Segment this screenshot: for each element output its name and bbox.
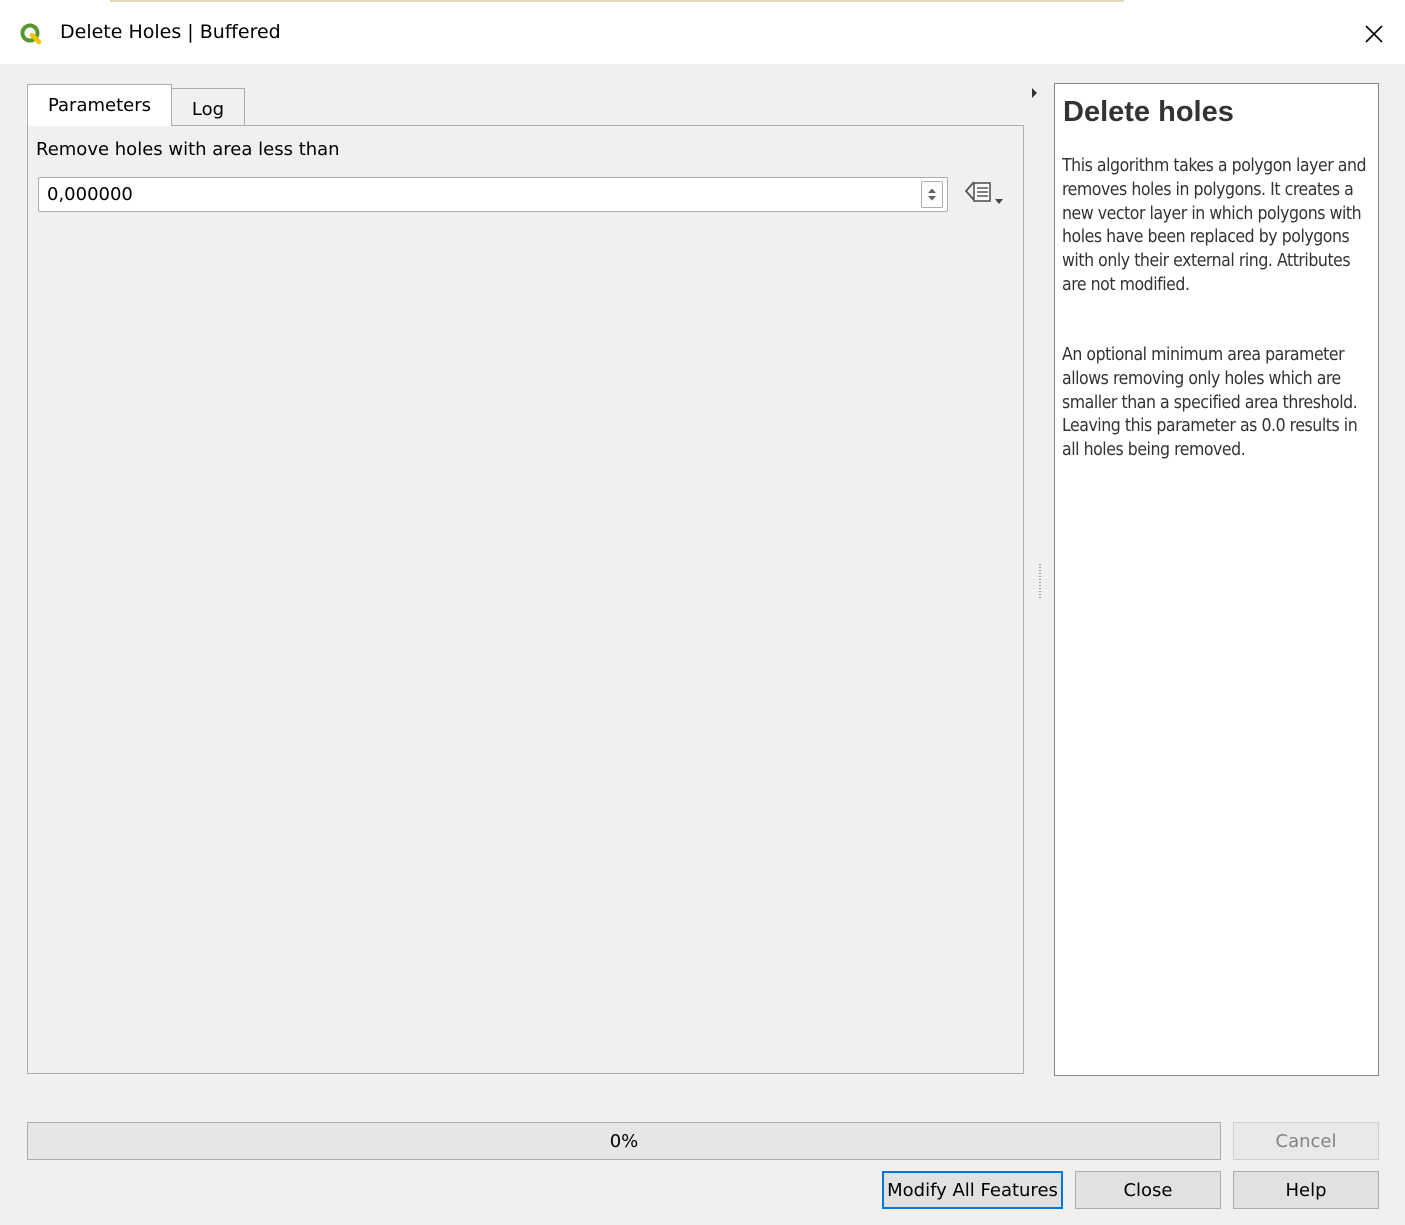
help-paragraph: An optional minimum area parameter allow… bbox=[1062, 345, 1358, 461]
data-defined-override-icon[interactable] bbox=[962, 178, 1010, 212]
progress-label: 0% bbox=[609, 1131, 639, 1152]
min-area-spinbox[interactable]: 0,000000 bbox=[38, 177, 948, 212]
help-paragraph: This algorithm takes a polygon layer and… bbox=[1062, 156, 1367, 295]
title-bar: Delete Holes | Buffered bbox=[0, 0, 1405, 64]
help-button[interactable]: Help bbox=[1233, 1171, 1379, 1209]
tab-parameters-label: Parameters bbox=[47, 95, 152, 116]
min-area-label: Remove holes with area less than bbox=[36, 139, 340, 160]
min-area-value: 0,000000 bbox=[47, 184, 133, 205]
parameters-pane bbox=[27, 125, 1024, 1074]
help-title: Delete holes bbox=[1063, 96, 1234, 128]
close-icon[interactable] bbox=[1354, 14, 1394, 54]
modify-all-features-button[interactable]: Modify All Features bbox=[882, 1171, 1063, 1209]
splitter-handle[interactable] bbox=[1039, 564, 1041, 600]
tab-log-label: Log bbox=[191, 99, 225, 120]
close-button[interactable]: Close bbox=[1075, 1171, 1221, 1209]
progress-bar: 0% bbox=[27, 1122, 1221, 1160]
qgis-logo-icon bbox=[20, 23, 42, 45]
help-panel: Delete holes This algorithm takes a poly… bbox=[1054, 83, 1379, 1076]
collapse-help-arrow-icon[interactable] bbox=[1031, 88, 1039, 98]
window-title: Delete Holes | Buffered bbox=[60, 21, 281, 43]
title-bar-accent bbox=[110, 0, 1124, 2]
tab-parameters[interactable]: Parameters bbox=[27, 84, 172, 126]
tab-log[interactable]: Log bbox=[171, 88, 245, 126]
cancel-button[interactable]: Cancel bbox=[1233, 1122, 1379, 1160]
spin-up-down-icon[interactable] bbox=[921, 181, 943, 208]
